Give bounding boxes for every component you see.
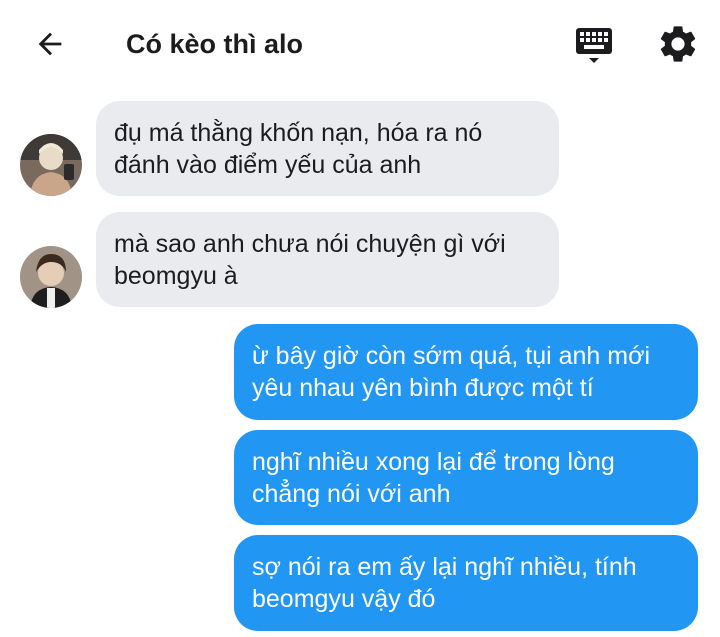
message-bubble-outgoing: sợ nói ra em ấy lại nghĩ nhiều, tính beo… xyxy=(234,535,698,631)
message-bubble-incoming: mà sao anh chưa nói chuyện gì với beomgy… xyxy=(96,212,559,307)
message-bubble-incoming: đụ má thằng khốn nạn, hóa ra nó đánh vào… xyxy=(96,101,559,196)
avatar[interactable] xyxy=(20,134,82,196)
avatar-photo xyxy=(20,134,82,196)
message-bubble-outgoing: ừ bây giờ còn sớm quá, tụi anh mới yêu n… xyxy=(234,324,698,420)
keyboard-icon xyxy=(576,28,612,63)
message-bubble-outgoing: nghĩ nhiều xong lại để trong lòng chẳng … xyxy=(234,430,698,525)
arrow-left-icon xyxy=(38,32,62,56)
top-bar: Có kèo thì alo xyxy=(0,0,720,88)
keyboard-button[interactable] xyxy=(572,24,616,68)
back-button[interactable] xyxy=(30,24,70,64)
avatar-photo xyxy=(20,246,82,308)
avatar[interactable] xyxy=(20,246,82,308)
settings-button[interactable] xyxy=(656,22,700,66)
chat-title: Có kèo thì alo xyxy=(126,29,304,59)
gear-icon xyxy=(660,26,696,62)
